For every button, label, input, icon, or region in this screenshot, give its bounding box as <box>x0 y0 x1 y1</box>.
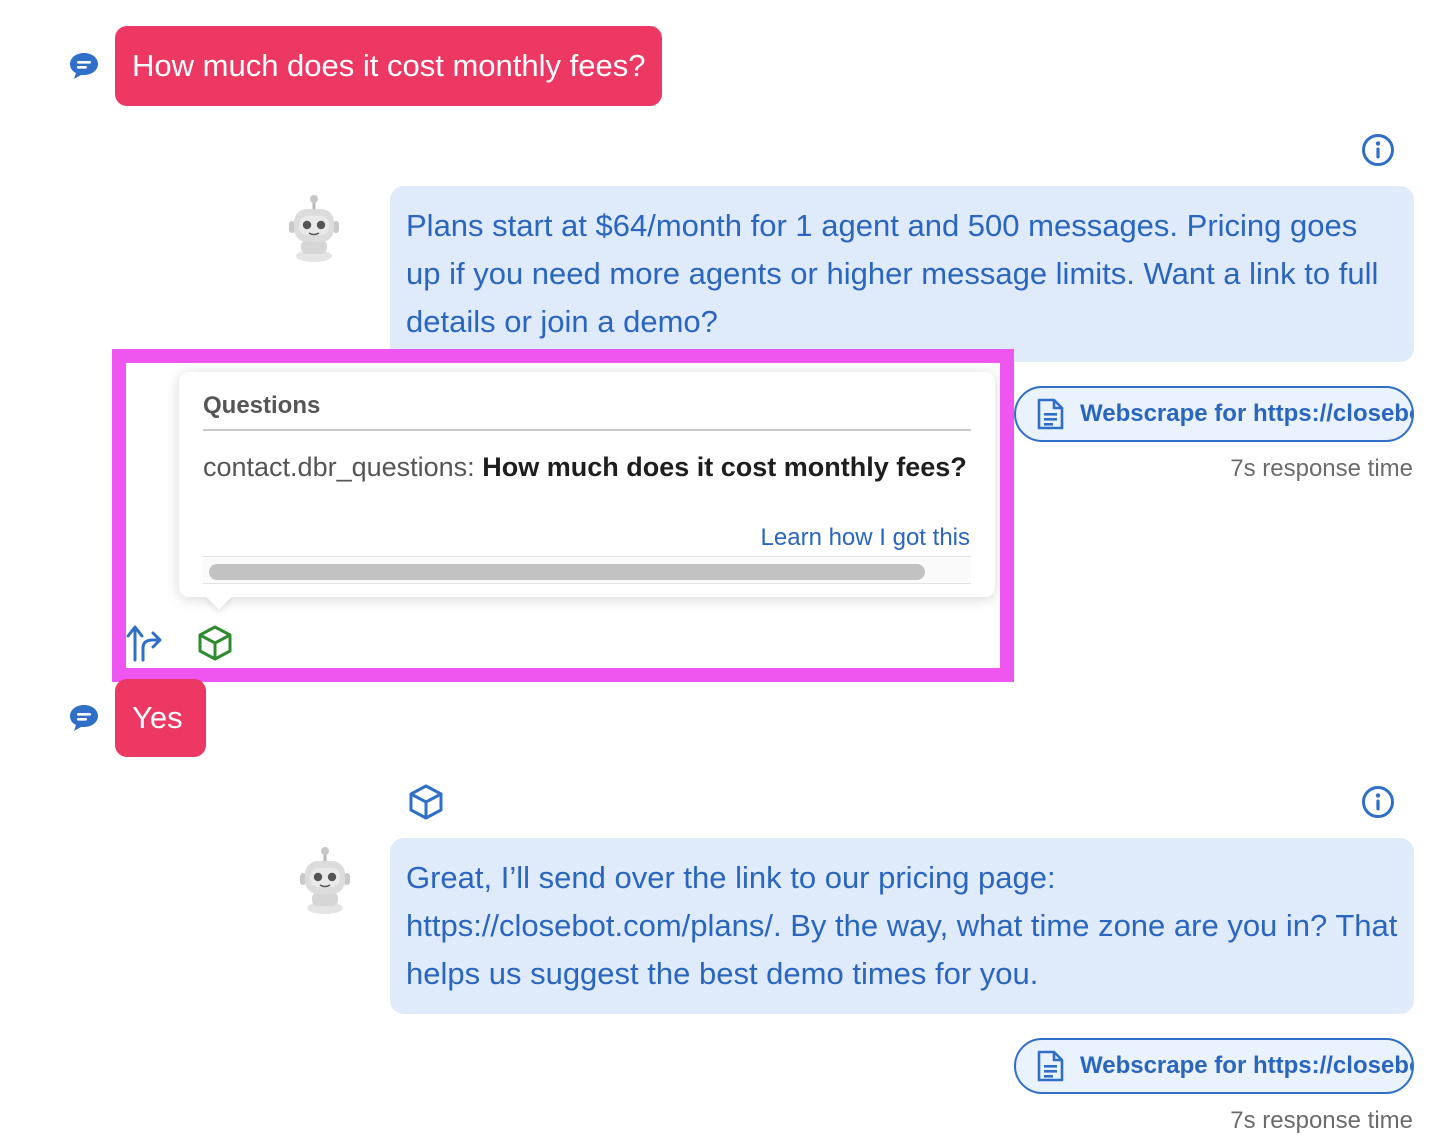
user-message-text: Yes <box>132 700 183 735</box>
user-message-text: How much does it cost monthly fees? <box>132 48 646 83</box>
highlight-box <box>112 349 1014 682</box>
source-pill[interactable]: Webscrape for https://closebot.com/plans… <box>1014 1038 1414 1094</box>
chat-bubble-icon <box>70 53 98 79</box>
source-pill[interactable]: Webscrape for https://closebot.com/plans… <box>1014 386 1414 442</box>
info-icon[interactable] <box>1361 133 1395 167</box>
bot-message-bubble: Great, I’ll send over the link to our pr… <box>390 838 1414 1014</box>
chat-bubble-icon <box>70 705 98 731</box>
document-icon <box>1037 1050 1064 1082</box>
bot-message-text: Plans start at $64/month for 1 agent and… <box>406 208 1379 339</box>
robot-avatar <box>289 195 339 262</box>
info-icon[interactable] <box>1361 785 1395 819</box>
user-message-bubble: How much does it cost monthly fees? <box>115 26 663 106</box>
document-icon <box>1037 398 1064 430</box>
robot-avatar <box>300 847 350 914</box>
response-time: 7s response time <box>1230 455 1413 482</box>
bot-message-text: Great, I’ll send over the link to our pr… <box>406 860 1398 991</box>
bot-message-bubble: Plans start at $64/month for 1 agent and… <box>390 186 1414 362</box>
cube-icon[interactable] <box>407 783 445 821</box>
source-label: Webscrape for https://closebot.com/plans… <box>1080 1052 1412 1079</box>
user-message-bubble: Yes <box>115 679 206 757</box>
response-time: 7s response time <box>1230 1107 1413 1134</box>
source-label: Webscrape for https://closebot.com/plans… <box>1080 400 1412 427</box>
